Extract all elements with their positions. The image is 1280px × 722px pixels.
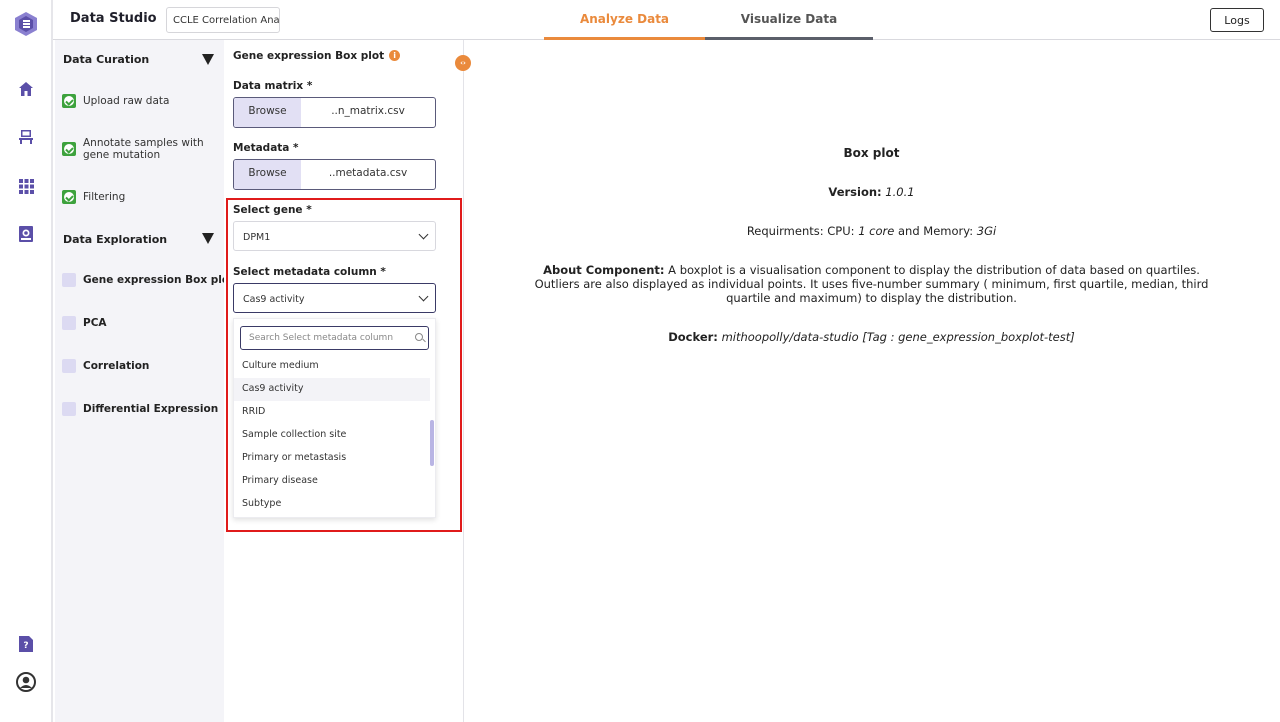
svg-text:?: ? — [23, 641, 28, 651]
version-value: 1.0.1 — [885, 185, 915, 199]
browse-button[interactable]: Browse — [234, 98, 301, 127]
data-matrix-label: Data matrix * — [233, 80, 313, 92]
step-label: PCA — [83, 317, 107, 329]
section-title-data-curation: Data Curation — [63, 53, 150, 66]
requirements-mid: and Memory: — [897, 224, 974, 238]
step-label: Filtering — [83, 191, 126, 203]
metadata-file-input[interactable]: Browse ..metadata.csv — [233, 159, 436, 190]
version-line: Version: 1.0.1 — [465, 185, 1278, 199]
logs-button[interactable]: Logs — [1210, 8, 1264, 32]
file-name: ..n_matrix.csv — [331, 105, 405, 117]
highlight-box — [226, 198, 462, 532]
checkbox-icon — [62, 273, 76, 287]
checkbox-icon — [62, 359, 76, 373]
file-name: ..metadata.csv — [328, 167, 408, 179]
cpu-value: 1 core — [858, 224, 895, 238]
user-icon[interactable] — [16, 672, 36, 692]
about-component: About Component: A boxplot is a visualis… — [520, 263, 1223, 305]
docker-label: Docker: — [668, 330, 718, 344]
browse-button[interactable]: Browse — [234, 160, 301, 189]
apps-grid-icon[interactable] — [16, 176, 36, 196]
tab-visualize-data[interactable]: Visualize Data — [705, 0, 873, 40]
tab-analyze-data[interactable]: Analyze Data — [544, 0, 705, 40]
step-label: Differential Expression — [83, 403, 219, 415]
version-label: Version: — [828, 185, 882, 199]
component-info-area: Box plot Version: 1.0.1 Requirments: CPU… — [465, 40, 1280, 722]
check-icon — [62, 142, 76, 156]
collapse-arrow-icon[interactable] — [202, 54, 214, 65]
step-label: Correlation — [83, 360, 150, 372]
icon-rail: ? — [0, 0, 53, 722]
step-label: Upload raw data — [83, 95, 170, 107]
project-name-field[interactable]: CCLE Correlation Anal — [166, 7, 280, 33]
about-label: About Component: — [543, 263, 665, 277]
memory-value: 3Gi — [976, 224, 997, 238]
info-icon[interactable]: i — [389, 50, 401, 61]
app-title: Data Studio — [70, 11, 157, 26]
docker-line: Docker: mithoopolly/data-studio [Tag : g… — [465, 330, 1278, 344]
metadata-label: Metadata * — [233, 142, 299, 154]
form-title: Gene expression Box plot i — [233, 50, 401, 62]
checkbox-icon — [62, 402, 76, 416]
logo-icon[interactable] — [15, 12, 37, 36]
container-icon[interactable] — [16, 224, 36, 244]
data-matrix-file-input[interactable]: Browse ..n_matrix.csv — [233, 97, 436, 128]
section-title-data-exploration: Data Exploration — [63, 233, 168, 246]
docker-image: mithoopolly/data-studio [Tag : gene_expr… — [721, 330, 1075, 344]
check-icon — [62, 94, 76, 108]
checkbox-icon — [62, 316, 76, 330]
requirements-line: Requirments: CPU: 1 core and Memory: 3Gi — [465, 224, 1278, 238]
check-icon — [62, 190, 76, 204]
collapse-arrow-icon[interactable] — [202, 233, 214, 244]
workflow-sidebar: Data Curation Upload raw data Annotate s… — [55, 40, 234, 722]
form-title-text: Gene expression Box plot — [233, 50, 385, 62]
requirements-prefix: Requirments: CPU: — [746, 224, 855, 238]
home-icon[interactable] — [16, 79, 36, 99]
component-title: Box plot — [843, 146, 900, 160]
step-label: Gene expression Box plot — [83, 274, 235, 286]
workbench-icon[interactable] — [16, 127, 36, 147]
step-label: Annotate samples with gene mutation — [83, 137, 204, 161]
help-icon[interactable]: ? — [16, 634, 36, 654]
top-header: Data Studio CCLE Correlation Anal Analyz… — [53, 0, 1280, 40]
